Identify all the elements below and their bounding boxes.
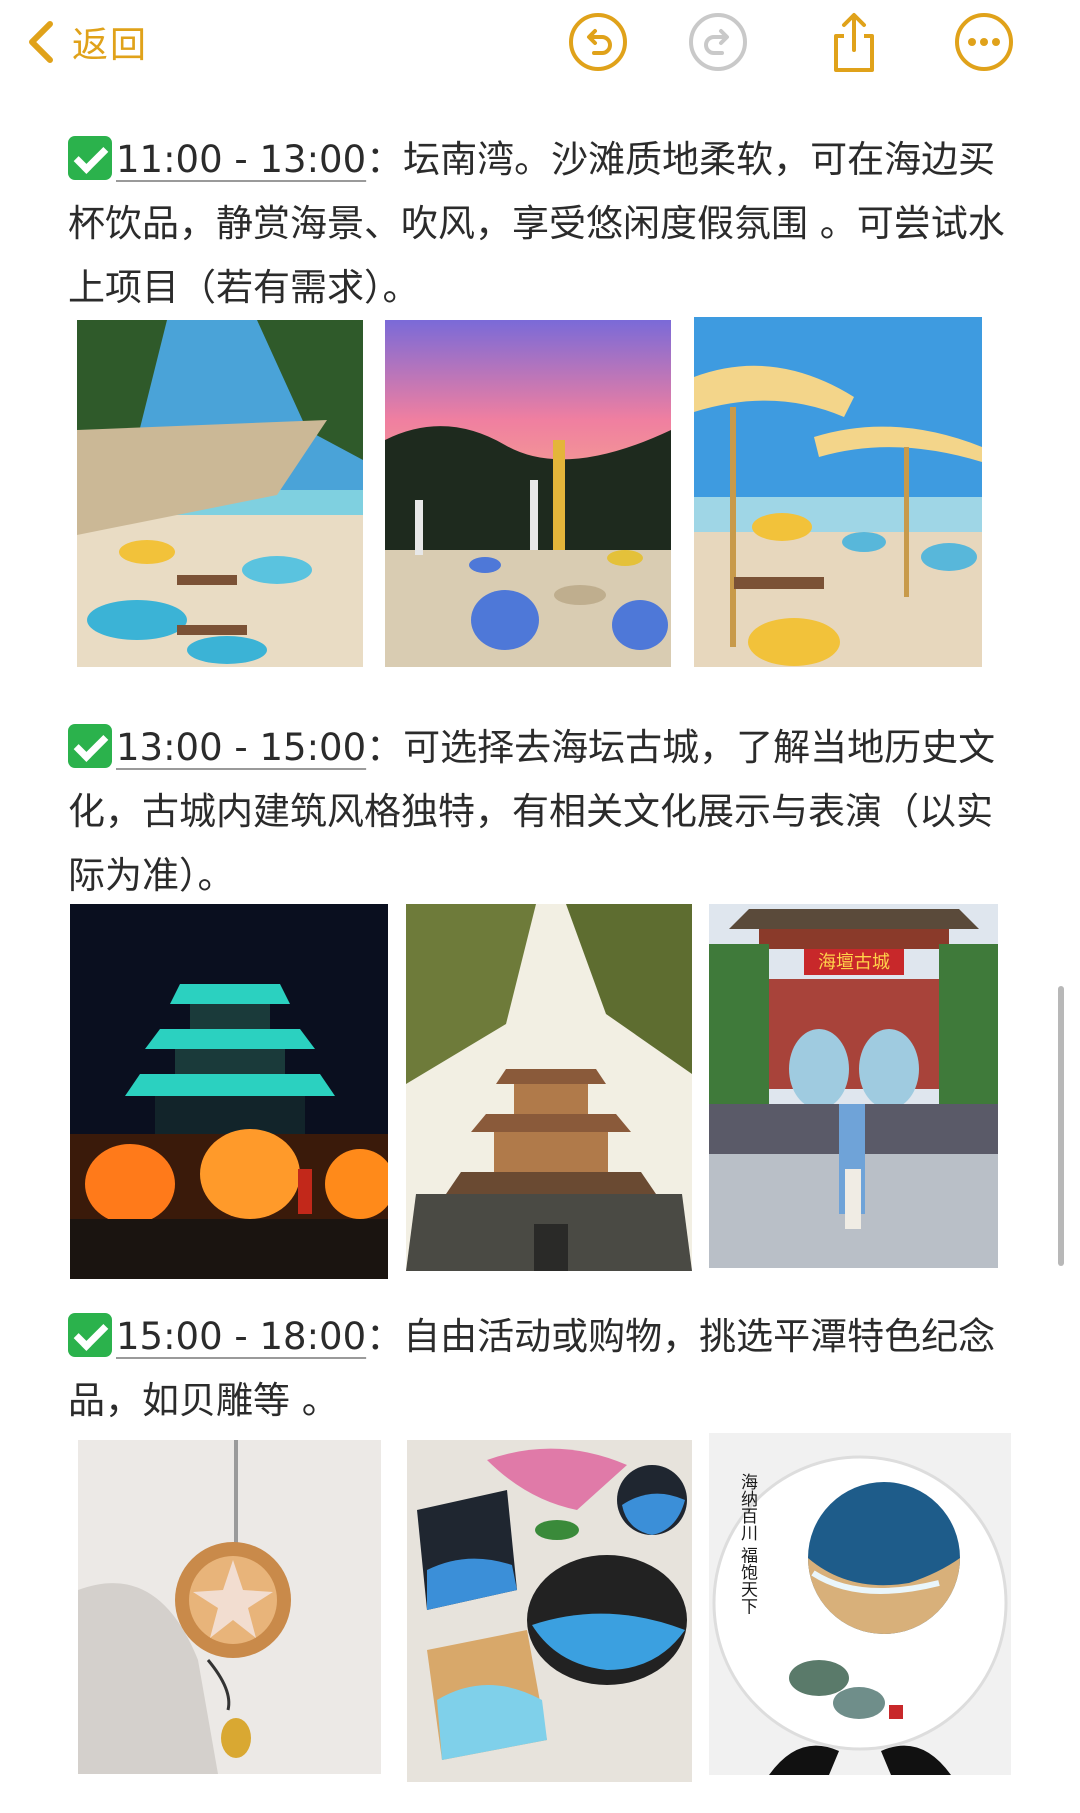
time-range: 11:00 - 13:00 <box>116 138 367 181</box>
resin-coasters-photo[interactable] <box>407 1440 692 1782</box>
itinerary-text[interactable]: 11:00 - 13:00：坛南湾。沙滩质地柔软，可在海边买杯饮品，静赏海景、吹… <box>68 128 1028 320</box>
city-gate-sign: 海壇古城 <box>818 952 890 973</box>
decorative-plate-photo[interactable]: 海纳百川 福饱天下 <box>709 1433 1011 1775</box>
itinerary-text[interactable]: 15:00 - 18:00：自由活动或购物，挑选平潭特色纪念品，如贝雕等 。 <box>68 1305 1028 1433</box>
chevron-left-icon <box>29 21 53 63</box>
checkmark-icon <box>68 724 112 768</box>
more-button[interactable] <box>952 10 1016 74</box>
undo-icon <box>569 13 627 71</box>
time-range: 13:00 - 15:00 <box>116 726 367 769</box>
share-button[interactable] <box>822 10 886 74</box>
checkmark-icon <box>68 1313 112 1357</box>
undo-button[interactable] <box>566 10 630 74</box>
plate-calligraphy: 海纳百川 福饱天下 <box>737 1473 758 1614</box>
time-range: 15:00 - 18:00 <box>116 1315 367 1358</box>
ancient-city-gate-photo[interactable]: 海壇古城 <box>709 904 998 1268</box>
shell-charm-photo[interactable] <box>78 1440 381 1774</box>
itinerary-text[interactable]: 13:00 - 15:00：可选择去海坛古城，了解当地历史文化，古城内建筑风格独… <box>68 716 1028 908</box>
redo-button[interactable] <box>686 10 750 74</box>
back-button[interactable]: 返回 <box>24 14 148 70</box>
checkmark-icon <box>68 136 112 180</box>
ancient-tower-photo[interactable] <box>406 904 692 1271</box>
share-icon <box>834 13 874 72</box>
redo-icon <box>689 13 747 71</box>
beach-photo-1[interactable] <box>77 320 363 667</box>
beach-photo-3[interactable] <box>694 317 982 667</box>
notes-toolbar: 返回 <box>0 0 1080 90</box>
back-label: 返回 <box>72 25 149 66</box>
vertical-scrollbar[interactable] <box>1058 986 1064 1266</box>
ancient-city-night-photo[interactable] <box>70 904 388 1279</box>
more-icon <box>955 13 1013 71</box>
beach-photo-2[interactable] <box>385 320 671 667</box>
